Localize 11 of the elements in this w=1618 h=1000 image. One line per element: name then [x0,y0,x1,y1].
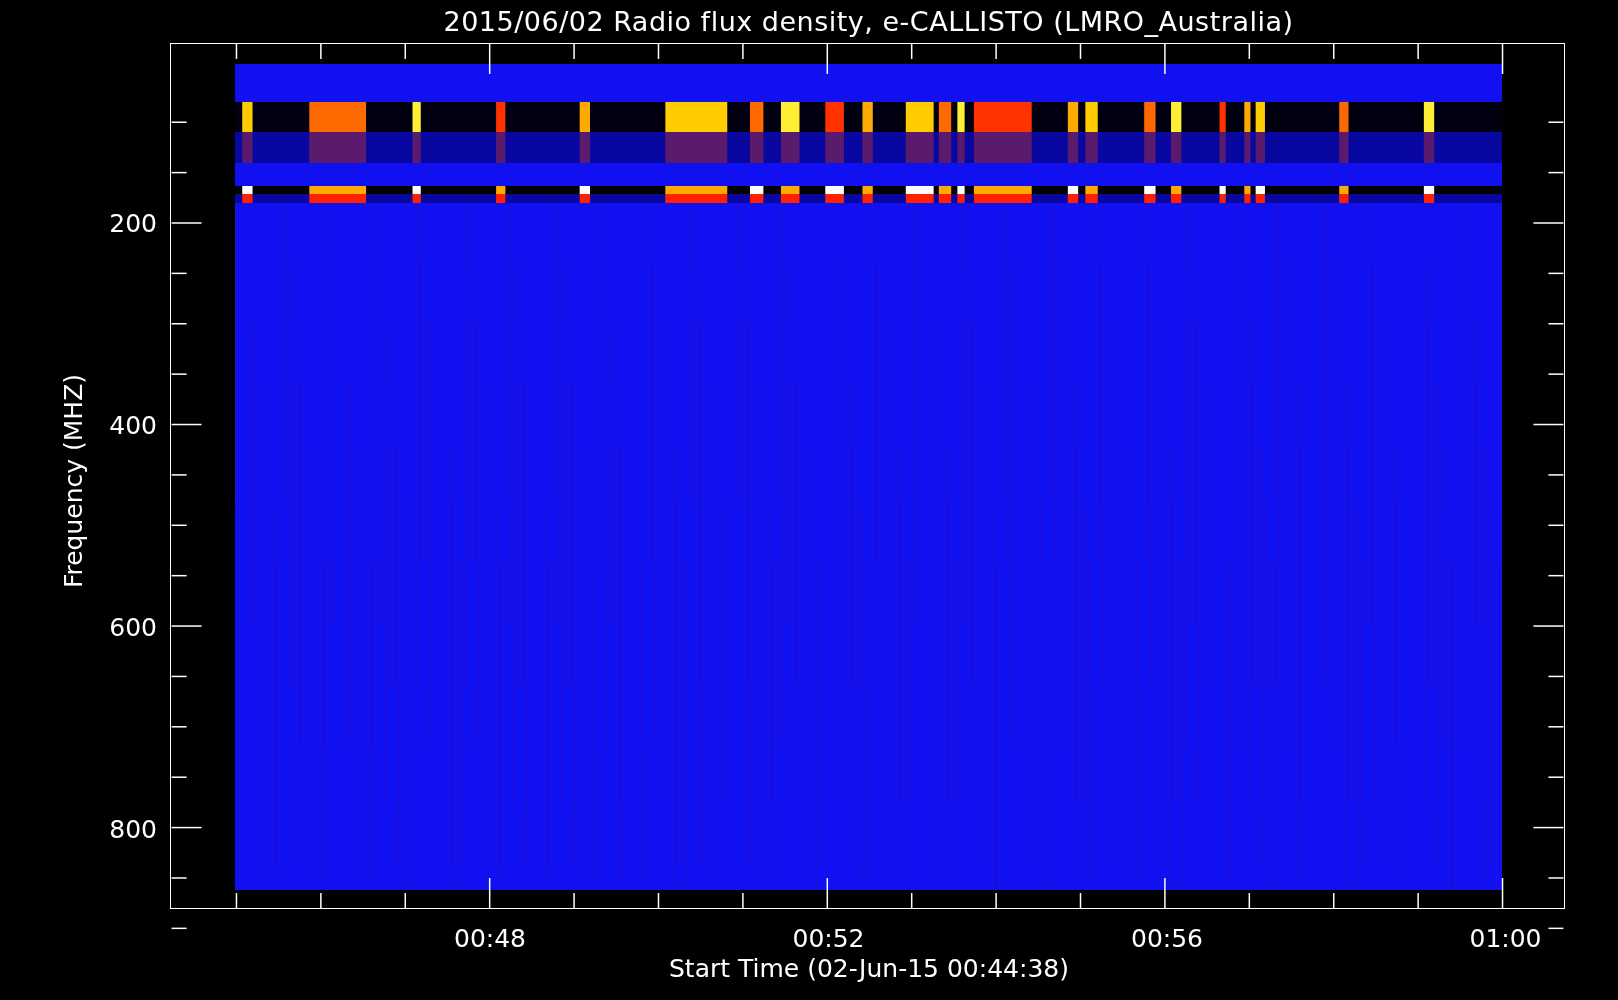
y-axis-title: Frequency (MHZ) [58,373,88,589]
y-tick-label: 600 [109,612,157,642]
x-tick-label: 00:52 [792,924,865,953]
x-axis-title: Start Time (02-Jun-15 00:44:38) [669,954,1069,983]
x-tick-label: 00:48 [454,924,526,953]
x-tick-label: 01:00 [1469,924,1542,953]
chart-title: 2015/06/02 Radio flux density, e-CALLISTO (LMRO_Australia) [443,6,1294,37]
y-tick-label: 200 [109,208,157,238]
x-tick-label: 00:56 [1131,924,1203,953]
y-tick-label: 800 [109,814,157,844]
y-tick-label: 400 [109,410,157,440]
